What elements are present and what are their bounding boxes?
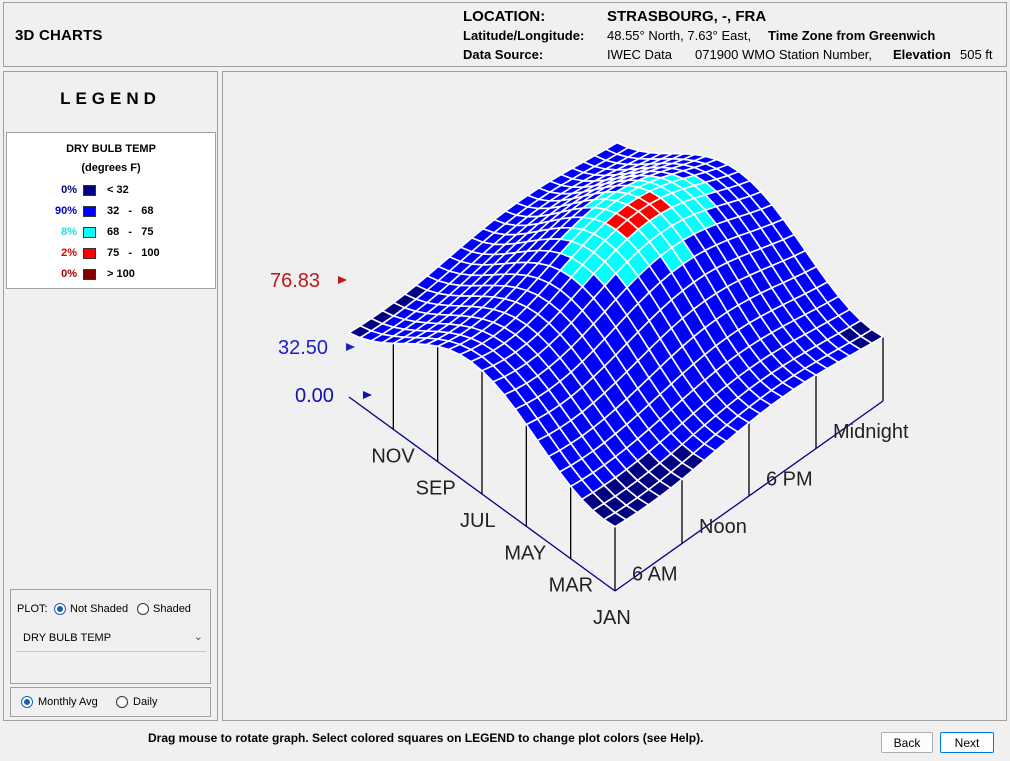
- header: 3D CHARTS LOCATION: STRASBOURG, -, FRA L…: [3, 2, 1007, 67]
- data-source-label: Data Source:: [463, 47, 544, 62]
- legend-percent: 90%: [54, 205, 77, 217]
- monthly-avg-label[interactable]: Monthly Avg: [38, 696, 98, 708]
- legend-range: 68 - 75: [107, 226, 154, 238]
- month-tick-label: JUL: [460, 510, 496, 532]
- next-button[interactable]: Next: [940, 732, 994, 753]
- elevation-value: 505 ft: [960, 47, 993, 62]
- z-tick-marker: [363, 391, 372, 399]
- latlon-label: Latitude/Longitude:: [463, 28, 585, 43]
- variable-select-value: DRY BULB TEMP: [23, 632, 112, 644]
- chevron-down-icon[interactable]: ⌄: [194, 630, 203, 643]
- plot-options-box: PLOT: Not Shaded Shaded DRY BULB TEMP ⌄: [10, 589, 211, 684]
- back-button[interactable]: Back: [881, 732, 933, 753]
- legend-range: < 32: [107, 184, 129, 196]
- station-number-value: 071900 WMO Station Number,: [695, 47, 873, 62]
- legend-title: LEGEND: [60, 89, 161, 108]
- timezone-label: Time Zone from Greenwich: [768, 28, 936, 43]
- plot-label: PLOT:: [17, 603, 48, 615]
- not-shaded-radio[interactable]: [54, 603, 66, 615]
- data-source-value: IWEC Data: [607, 47, 673, 62]
- location-value: STRASBOURG, -, FRA: [607, 8, 767, 25]
- not-shaded-label[interactable]: Not Shaded: [70, 603, 128, 615]
- hour-tick-label: Midnight: [833, 421, 909, 443]
- period-options-box: Monthly Avg Daily: [10, 687, 211, 717]
- z-tick-label: 32.50: [278, 337, 328, 359]
- z-tick-marker: [346, 343, 355, 351]
- location-label: LOCATION:: [463, 8, 546, 25]
- hour-tick-label: 6 PM: [766, 469, 813, 491]
- variable-select[interactable]: DRY BULB TEMP ⌄: [16, 630, 206, 652]
- app-window: 3D CHARTS LOCATION: STRASBOURG, -, FRA L…: [0, 0, 1010, 761]
- legend-range: 32 - 68: [107, 205, 154, 217]
- z-tick-marker: [338, 276, 347, 284]
- latlon-value: 48.55° North, 7.63° East,: [607, 28, 752, 43]
- legend-row: 2% 75 - 100: [7, 247, 215, 261]
- month-tick-label: MAY: [504, 542, 546, 564]
- legend-color-swatch[interactable]: [83, 185, 96, 196]
- surface-chart[interactable]: JANMARMAY JULSEPNOV 6 AM Noon 6 PM Midnight 0.…: [223, 72, 1007, 721]
- legend-range: > 100: [107, 268, 135, 280]
- legend-percent: 2%: [61, 247, 77, 259]
- status-message: Drag mouse to rotate graph. Select color…: [148, 731, 704, 745]
- elevation-label: Elevation: [893, 47, 951, 62]
- legend-variable: DRY BULB TEMP: [66, 143, 156, 155]
- legend-color-swatch[interactable]: [83, 206, 96, 217]
- hour-tick-label: 6 AM: [632, 564, 678, 586]
- month-tick-label: NOV: [371, 445, 415, 467]
- legend-color-swatch[interactable]: [83, 269, 96, 280]
- legend-unit: (degrees F): [81, 162, 141, 174]
- daily-label[interactable]: Daily: [133, 696, 157, 708]
- shaded-label[interactable]: Shaded: [153, 603, 191, 615]
- legend-color-swatch[interactable]: [83, 227, 96, 238]
- z-tick-label: 76.83: [270, 270, 320, 292]
- legend-row: 0% < 32: [7, 184, 215, 198]
- legend-color-swatch[interactable]: [83, 248, 96, 259]
- shaded-radio[interactable]: [137, 603, 149, 615]
- month-tick-label: MAR: [549, 575, 593, 597]
- legend-row: 8% 68 - 75: [7, 226, 215, 240]
- legend-range: 75 - 100: [107, 247, 160, 259]
- legend-percent: 0%: [61, 184, 77, 196]
- page-title: 3D CHARTS: [15, 27, 103, 44]
- z-tick-label: 0.00: [295, 385, 334, 407]
- month-tick-label: SEP: [416, 478, 456, 500]
- daily-radio[interactable]: [116, 696, 128, 708]
- legend-row: 90% 32 - 68: [7, 205, 215, 219]
- chart-area[interactable]: JAN MAR MAY JUL SEP NOV 6 AM Noon 6 PM Midnight 0.…: [222, 71, 1007, 721]
- legend-box: DRY BULB TEMP (degrees F) 0% < 32 90% 32 - …: [6, 132, 216, 289]
- legend-percent: 8%: [61, 226, 77, 238]
- monthly-avg-radio[interactable]: [21, 696, 33, 708]
- month-tick-label: JAN: [593, 607, 631, 629]
- hour-tick-label: Noon: [699, 516, 747, 538]
- left-panel: LEGEND DRY BULB TEMP (degrees F) 0% < 32 9…: [3, 71, 218, 721]
- legend-percent: 0%: [61, 268, 77, 280]
- legend-row: 0% > 100: [7, 268, 215, 282]
